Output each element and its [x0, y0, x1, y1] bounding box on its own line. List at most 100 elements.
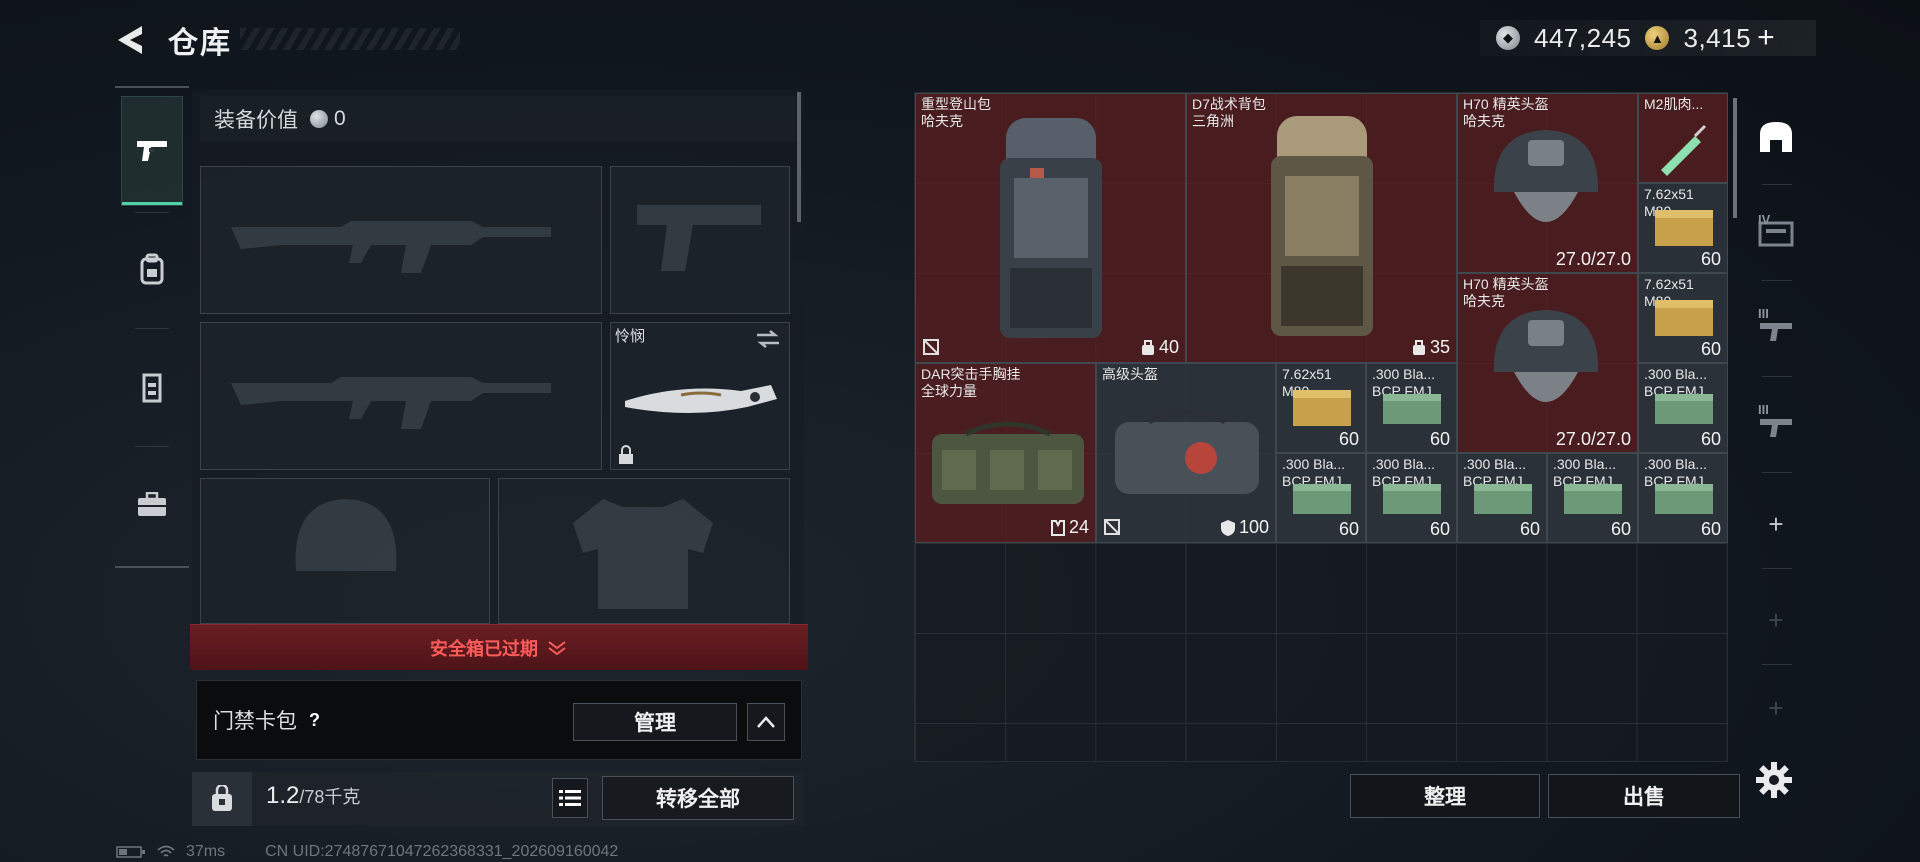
storage-arch-icon — [1760, 122, 1792, 152]
item-m2-injector[interactable]: M2肌肉... — [1638, 93, 1728, 183]
add-storage-tab-button[interactable]: + — [1750, 492, 1802, 556]
equipment-value-row: 装备价值 0 — [200, 96, 796, 142]
user-uid: CN UID:27487671047262368331_202609160042 — [265, 843, 619, 860]
item-300blk-ammo[interactable]: .300 Bla... BCP FMJ 60 — [1366, 363, 1457, 453]
backpack-icon — [140, 253, 164, 285]
sell-button[interactable]: 出售 — [1548, 774, 1740, 818]
item-762-ammo[interactable]: 7.62x51 M80 60 — [1638, 183, 1728, 273]
weight-icon — [212, 785, 232, 811]
locked-storage-slot-2: + — [1768, 692, 1784, 723]
safe-box-expired-banner[interactable]: 安全箱已过期 — [190, 624, 808, 670]
tab-storage-iii-a[interactable]: III — [1750, 296, 1802, 360]
status-bar: 37ms CN UID:27487671047262368331_2026091… — [116, 842, 618, 862]
item-300blk-ammo-2[interactable]: .300 Bla... BCP FMJ 60 — [1638, 363, 1728, 453]
helmet-silhouette-icon — [295, 499, 397, 571]
item-300blk-ammo-3[interactable]: .300 Bla... BCP FMJ 60 — [1276, 453, 1366, 543]
item-dar-chest-rig[interactable]: DAR突击手胸挂 全球力量 24 — [915, 363, 1096, 543]
item-capacity: 40 — [1140, 337, 1179, 358]
item-762-ammo-2[interactable]: 7.62x51 M80 60 — [1638, 273, 1728, 363]
item-count: 60 — [1429, 429, 1450, 449]
item-count: 60 — [1610, 519, 1631, 539]
safe-box-status: 安全箱已过期 — [430, 638, 538, 659]
sort-button[interactable]: 整理 — [1350, 774, 1540, 818]
tab-all-storage[interactable] — [1750, 104, 1802, 168]
item-d7-backpack[interactable]: D7战术背包 三角洲 35 — [1186, 93, 1457, 363]
item-count: 60 — [1700, 249, 1721, 269]
item-count: 60 — [1700, 429, 1721, 449]
back-arrow-icon — [118, 26, 142, 54]
storage-tab-bar: IV III III + + + — [1750, 92, 1802, 732]
no-insure-icon — [1104, 519, 1120, 535]
melee-name: 怜悯 — [615, 328, 646, 345]
item-name: 高级头盔 — [1102, 366, 1158, 382]
nav-briefcase[interactable] — [121, 450, 183, 560]
item-capacity: 24 — [1050, 517, 1089, 538]
silver-coin-icon — [310, 110, 328, 128]
carry-weight: 1.2/78千克 — [266, 782, 360, 810]
nav-chest-rig[interactable] — [121, 332, 183, 442]
silver-balance: 447,245 — [1534, 22, 1632, 53]
ammo-box-icon — [1564, 484, 1622, 514]
shield-icon — [1220, 519, 1235, 536]
keycard-wallet-row: 门禁卡包 ? 管理 — [196, 680, 802, 760]
chest-rig-bag-icon — [932, 421, 1084, 504]
ammo-box-icon — [1293, 484, 1351, 514]
item-h70-helmet[interactable]: H70 精英头盔 哈夫克 27.0/27.0 — [1457, 93, 1638, 273]
collapse-button[interactable] — [747, 703, 785, 741]
item-count: 60 — [1700, 519, 1721, 539]
wifi-icon — [157, 845, 175, 857]
storage-scrollbar[interactable] — [1733, 98, 1737, 218]
back-button[interactable] — [112, 20, 152, 60]
primary-weapon-slot[interactable] — [200, 166, 602, 314]
secondary-weapon-slot[interactable] — [200, 322, 602, 470]
list-view-button[interactable] — [552, 778, 588, 818]
armor-slot[interactable] — [498, 478, 790, 624]
item-count: 60 — [1338, 429, 1359, 449]
item-count: 60 — [1338, 519, 1359, 539]
item-durability: 27.0/27.0 — [1555, 249, 1631, 269]
help-button[interactable]: ? — [309, 710, 320, 731]
manage-button[interactable]: 管理 — [573, 703, 737, 741]
nav-backpack[interactable] — [121, 214, 183, 324]
helmet-slot[interactable] — [200, 478, 490, 624]
transfer-all-button[interactable]: 转移全部 — [602, 776, 794, 820]
item-300blk-ammo-7[interactable]: .300 Bla... BCP FMJ 60 — [1638, 453, 1728, 543]
item-advanced-helmet-bag[interactable]: 高级头盔 100 — [1096, 363, 1276, 543]
body-armor-silhouette-icon — [573, 499, 713, 609]
ammo-box-icon — [1383, 484, 1441, 514]
item-h70-helmet-2[interactable]: H70 精英头盔 哈夫克 27.0/27.0 — [1457, 273, 1638, 453]
helmet-icon — [1493, 130, 1599, 222]
melee-slot[interactable]: 怜悯 — [610, 322, 790, 470]
item-name: DAR突击手胸挂 全球力量 — [921, 366, 1021, 399]
nav-weapons[interactable] — [121, 96, 183, 206]
equipment-scrollbar[interactable] — [797, 92, 801, 222]
ping: 37ms — [186, 843, 226, 860]
ammo-box-icon — [1655, 484, 1713, 514]
chest-rig-icon — [142, 373, 162, 403]
weight-max: /78千克 — [299, 787, 361, 807]
settings-button[interactable] — [1754, 760, 1794, 800]
item-300blk-ammo-4[interactable]: .300 Bla... BCP FMJ 60 — [1366, 453, 1457, 543]
silver-coin-icon: ◆ — [1496, 26, 1520, 50]
gear-icon — [1756, 762, 1792, 798]
item-count: 60 — [1519, 519, 1540, 539]
item-762-ammo-3[interactable]: 7.62x51 M80 60 — [1276, 363, 1366, 453]
battery-icon — [116, 846, 145, 858]
ammo-box-icon — [1474, 484, 1532, 514]
item-heavy-backpack[interactable]: 重型登山包 哈夫克 40 — [915, 93, 1186, 363]
injector-icon — [1661, 124, 1707, 176]
pistol-slot[interactable] — [610, 166, 790, 314]
heavy-backpack-icon — [1000, 118, 1102, 338]
swap-icon[interactable] — [755, 329, 781, 349]
currency-bar: ◆ 447,245 ▲ 3,415 + — [1480, 20, 1816, 56]
capacity-icon — [1412, 339, 1425, 355]
helmet-case-icon — [1115, 408, 1259, 494]
ammo-box-icon — [1655, 210, 1713, 246]
tab-storage-iv[interactable]: IV — [1750, 200, 1802, 264]
equipment-value-label: 装备价值 — [214, 109, 298, 132]
item-300blk-ammo-5[interactable]: .300 Bla... BCP FMJ 60 — [1457, 453, 1547, 543]
add-currency-button[interactable]: + — [1757, 21, 1775, 55]
item-300blk-ammo-6[interactable]: .300 Bla... BCP FMJ 60 — [1547, 453, 1638, 543]
item-name: D7战术背包 三角洲 — [1192, 96, 1266, 129]
tab-storage-iii-b[interactable]: III — [1750, 392, 1802, 456]
